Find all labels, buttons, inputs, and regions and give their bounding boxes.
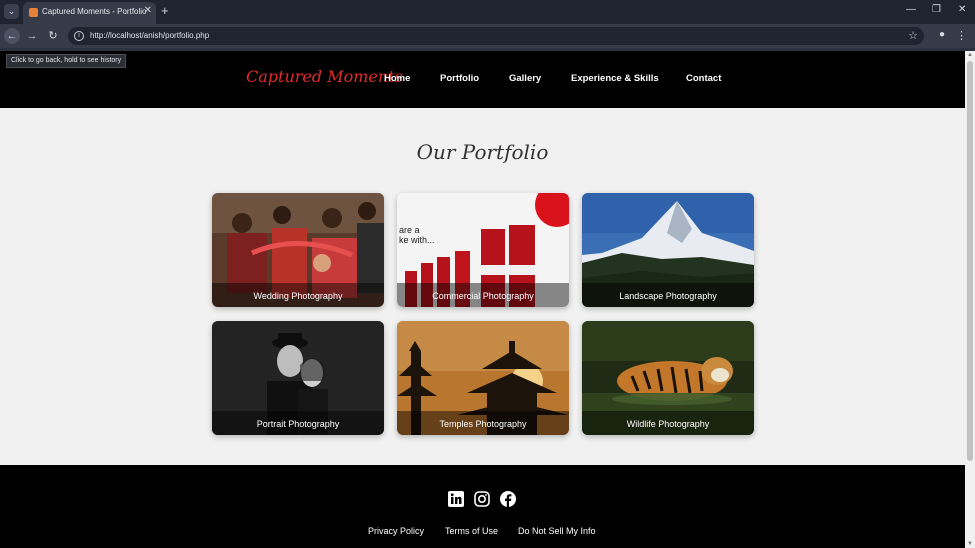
nav-home[interactable]: Home — [384, 73, 410, 84]
bookmark-star-icon[interactable]: ☆ — [908, 29, 918, 42]
reload-icon[interactable]: ↻ — [45, 28, 61, 44]
profile-icon[interactable]: ● — [935, 29, 949, 43]
address-bar[interactable]: i http://localhost/anish/portfolio.php ☆ — [68, 27, 924, 45]
card-caption: Wedding Photography — [212, 283, 384, 307]
scroll-down-icon[interactable]: ▼ — [967, 541, 973, 547]
do-not-sell-link[interactable]: Do Not Sell My Info — [518, 526, 596, 536]
tab-search-icon[interactable]: ⌄ — [4, 4, 19, 19]
site-info-icon[interactable]: i — [74, 31, 84, 41]
site-header: Captured Moments Home Portfolio Gallery … — [0, 51, 965, 108]
url-text[interactable]: http://localhost/anish/portfolio.php — [90, 31, 209, 40]
page-title: Our Portfolio — [416, 140, 549, 164]
browser-toolbar: ← → ↻ i http://localhost/anish/portfolio… — [0, 24, 975, 48]
nav-contact[interactable]: Contact — [686, 73, 721, 84]
forward-icon[interactable]: → — [24, 28, 40, 44]
privacy-policy-link[interactable]: Privacy Policy — [368, 526, 424, 536]
linkedin-icon[interactable] — [448, 491, 464, 507]
portfolio-card-temples[interactable]: Temples Photography — [397, 321, 569, 435]
portfolio-card-wedding[interactable]: Wedding Photography — [212, 193, 384, 307]
scroll-up-icon[interactable]: ▲ — [967, 52, 973, 58]
scroll-thumb[interactable] — [967, 61, 973, 461]
svg-text:are a: are a — [399, 225, 420, 235]
portfolio-card-commercial[interactable]: are a ke with... Commercial Photography — [397, 193, 569, 307]
nav-gallery[interactable]: Gallery — [509, 73, 541, 84]
card-caption: Temples Photography — [397, 411, 569, 435]
site-logo[interactable]: Captured Moments — [246, 67, 403, 86]
portfolio-card-wildlife[interactable]: Wildlife Photography — [582, 321, 754, 435]
browser-menu-icon[interactable]: ⋮ — [956, 29, 967, 42]
restore-icon[interactable]: ❐ — [932, 4, 941, 15]
portfolio-card-landscape[interactable]: Landscape Photography — [582, 193, 754, 307]
site-footer: Privacy Policy Terms of Use Do Not Sell … — [0, 465, 965, 548]
facebook-icon[interactable] — [500, 491, 516, 507]
minimize-icon[interactable]: — — [906, 4, 916, 15]
favicon-icon — [29, 8, 38, 17]
instagram-icon[interactable] — [474, 491, 490, 507]
nav-experience-skills[interactable]: Experience & Skills — [571, 73, 659, 84]
terms-of-use-link[interactable]: Terms of Use — [445, 526, 498, 536]
new-tab-icon[interactable]: + — [161, 3, 169, 18]
close-window-icon[interactable]: ✕ — [958, 4, 966, 15]
page-scrollbar[interactable]: ▲ ▼ — [965, 51, 975, 548]
card-caption: Portrait Photography — [212, 411, 384, 435]
card-caption: Wildlife Photography — [582, 411, 754, 435]
back-icon[interactable]: ← — [4, 28, 20, 44]
back-tooltip: Click to go back, hold to see history — [6, 54, 127, 68]
browser-tab-bar: ⌄ Captured Moments - Portfolio ✕ + — ❐ ✕ — [0, 0, 975, 24]
tab-title: Captured Moments - Portfolio — [42, 7, 147, 16]
browser-tab[interactable]: Captured Moments - Portfolio ✕ — [23, 2, 156, 24]
nav-portfolio[interactable]: Portfolio — [440, 73, 479, 84]
portfolio-section: Our Portfolio Wedding Photography are a … — [0, 108, 965, 465]
close-tab-icon[interactable]: ✕ — [144, 5, 152, 16]
card-caption: Landscape Photography — [582, 283, 754, 307]
portfolio-card-portrait[interactable]: Portrait Photography — [212, 321, 384, 435]
svg-text:ke with...: ke with... — [399, 235, 435, 245]
card-caption: Commercial Photography — [397, 283, 569, 307]
